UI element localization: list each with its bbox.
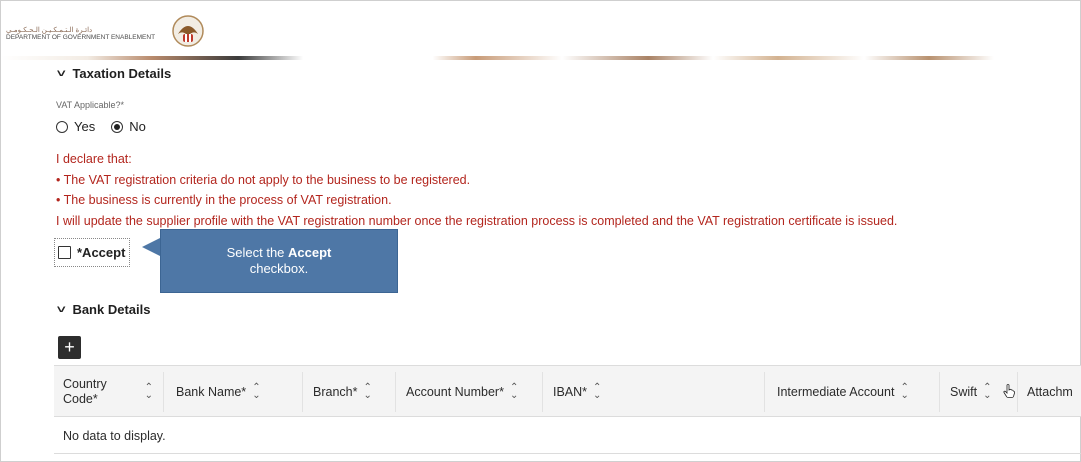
bank-section-title: Bank Details xyxy=(72,302,151,317)
accept-checkbox-field[interactable]: *Accept xyxy=(54,238,130,267)
vat-no-label: No xyxy=(129,119,146,134)
brand-arabic: دائـرة الـتـمـكـيـن الـحـكـومـي xyxy=(6,27,93,34)
column-separator xyxy=(542,372,543,412)
column-attachment[interactable]: Attachm xyxy=(1027,366,1073,417)
callout-bold: Accept xyxy=(288,245,332,260)
accept-checkbox[interactable] xyxy=(58,246,71,259)
column-branch[interactable]: Branch* ⌃ ⌄ xyxy=(313,366,372,417)
vat-no-option[interactable]: No xyxy=(111,119,146,134)
column-separator xyxy=(939,372,940,412)
sort-icon[interactable]: ⌃ ⌄ xyxy=(363,382,371,400)
falcon-emblem-icon xyxy=(172,15,204,47)
bank-details-table: Country Code* ⌃ ⌄ Bank Name* ⌃ ⌄ Branch* ⌃… xyxy=(54,365,1081,454)
declaration-line: • The VAT registration criteria do not a… xyxy=(56,172,471,187)
sort-icon[interactable]: ⌃ ⌄ xyxy=(252,382,260,400)
app-header: دائـرة الـتـمـكـيـن الـحـكـومـي DEPARTME… xyxy=(1,1,1080,56)
header-decorative-stripe xyxy=(1,56,1080,60)
column-separator xyxy=(395,372,396,412)
taxation-section-header[interactable]: ˅ Taxation Details xyxy=(56,66,172,81)
vat-declaration-text: I declare that: • The VAT registration c… xyxy=(56,149,897,231)
chevron-down-icon: ˅ xyxy=(56,67,66,80)
brand-english: DEPARTMENT OF GOVERNMENT ENABLEMENT xyxy=(6,34,156,41)
declaration-line: • The business is currently in the proce… xyxy=(56,193,392,207)
column-intermediate-account[interactable]: Intermediate Account ⌃ ⌄ xyxy=(777,366,909,417)
instruction-callout: Select the Accept checkbox. xyxy=(160,229,398,293)
callout-prefix: Select the xyxy=(226,245,289,260)
column-label: Country Code* xyxy=(63,376,107,406)
column-iban[interactable]: IBAN* ⌃ ⌄ xyxy=(553,366,601,417)
taxation-section-title: Taxation Details xyxy=(72,66,172,81)
callout-suffix: checkbox. xyxy=(249,261,309,276)
callout-pointer xyxy=(142,238,160,256)
sort-icon[interactable]: ⌃ ⌄ xyxy=(145,382,153,400)
sort-icon[interactable]: ⌃ ⌄ xyxy=(510,382,518,400)
column-separator xyxy=(764,372,765,412)
hand-cursor-icon xyxy=(1003,384,1015,398)
column-separator xyxy=(1017,372,1018,412)
column-swift[interactable]: Swift ⌃ ⌄ xyxy=(950,366,991,417)
empty-table-message: No data to display. xyxy=(54,418,1081,454)
table-header: Country Code* ⌃ ⌄ Bank Name* ⌃ ⌄ Branch* ⌃… xyxy=(54,366,1081,417)
column-label: Bank Name* xyxy=(176,384,247,399)
column-label: Swift xyxy=(950,384,978,399)
column-separator xyxy=(163,372,164,412)
sort-icon[interactable]: ⌃ ⌄ xyxy=(593,382,601,400)
declaration-line: I declare that: xyxy=(56,152,132,166)
bank-section-header[interactable]: ˅ Bank Details xyxy=(56,302,151,317)
column-bank-name[interactable]: Bank Name* ⌃ ⌄ xyxy=(176,366,261,417)
column-label: Account Number* xyxy=(406,384,504,399)
column-label: Attachm xyxy=(1027,384,1073,399)
column-label: Intermediate Account xyxy=(777,384,895,399)
accept-label: *Accept xyxy=(77,245,126,260)
column-label: IBAN* xyxy=(553,384,588,399)
vat-yes-option[interactable]: Yes xyxy=(56,119,95,134)
sort-icon[interactable]: ⌃ ⌄ xyxy=(900,382,908,400)
vat-yes-label: Yes xyxy=(74,119,96,134)
brand-logo[interactable]: دائـرة الـتـمـكـيـن الـحـكـومـي DEPARTME… xyxy=(6,27,155,41)
column-country-code[interactable]: Country Code* ⌃ ⌄ xyxy=(63,366,153,417)
vat-applicable-radio-group: Yes No xyxy=(56,119,162,134)
vat-applicable-label: VAT Applicable?* xyxy=(56,100,125,110)
column-account-number[interactable]: Account Number* ⌃ ⌄ xyxy=(406,366,518,417)
column-separator xyxy=(302,372,303,412)
vat-no-radio[interactable] xyxy=(111,120,124,133)
column-label: Branch* xyxy=(313,384,358,399)
add-bank-button[interactable]: + xyxy=(58,336,81,359)
vat-yes-radio[interactable] xyxy=(56,120,68,133)
chevron-down-icon: ˅ xyxy=(56,303,66,316)
declaration-line: I will update the supplier profile with … xyxy=(56,213,898,228)
sort-icon[interactable]: ⌃ ⌄ xyxy=(983,382,991,400)
